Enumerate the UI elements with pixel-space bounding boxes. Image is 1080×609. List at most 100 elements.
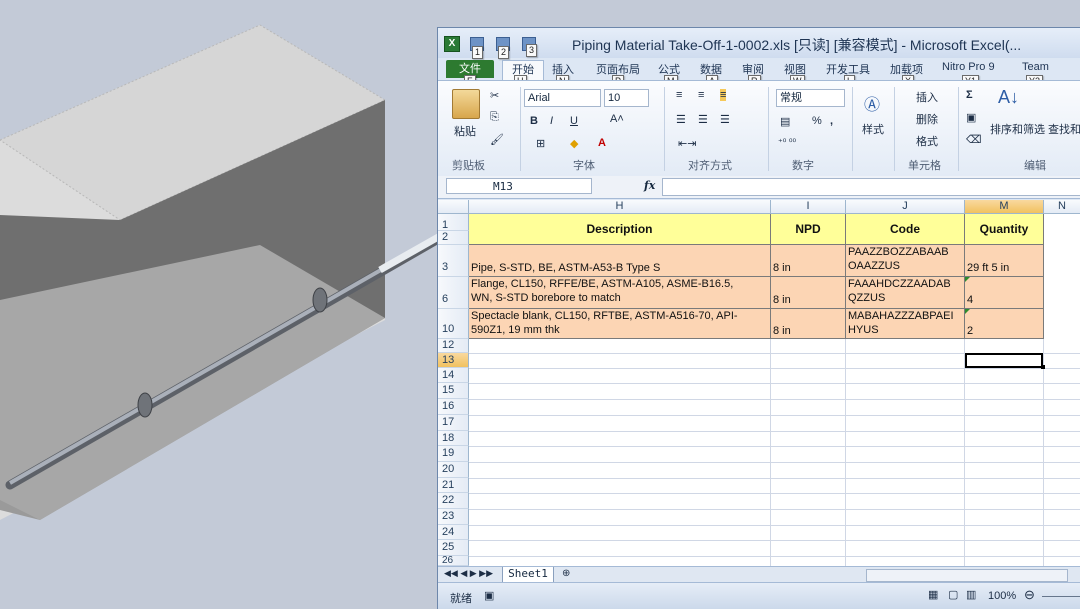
fill-icon[interactable]: ▣ — [966, 111, 976, 124]
currency-icon[interactable]: ▤ — [780, 115, 790, 128]
bold-button[interactable]: B — [530, 115, 538, 127]
decimal-icon[interactable]: ⁺⁰ ⁰⁰ — [778, 137, 796, 148]
find-select-button[interactable]: 查找和 — [1048, 121, 1080, 137]
paste-button[interactable]: 粘贴 — [454, 123, 476, 139]
row-header[interactable]: 3 — [438, 245, 469, 277]
align-top-icon[interactable]: ≡ — [676, 89, 682, 101]
sort-filter-button[interactable]: 排序和筛选 — [990, 121, 1045, 137]
align-middle-icon[interactable]: ≡ — [698, 89, 704, 101]
row-header[interactable]: 14 — [438, 368, 469, 383]
header-description[interactable]: Description — [469, 214, 771, 245]
row-header[interactable]: 6 — [438, 277, 469, 309]
macro-record-icon[interactable]: ▣ — [484, 589, 494, 602]
sheet-nav-arrows-icon[interactable]: ◀◀ ◀ ▶ ▶▶ — [444, 568, 493, 579]
cell-npd[interactable]: 8 in — [771, 277, 846, 309]
cell-npd[interactable]: 8 in — [771, 245, 846, 277]
row-header[interactable]: 13 — [438, 353, 469, 368]
font-color-icon[interactable]: A — [598, 137, 606, 149]
percent-button[interactable]: % — [812, 115, 822, 127]
zoom-out-icon[interactable]: ⊖ — [1024, 587, 1035, 603]
sheet-tab-sheet1[interactable]: Sheet1 — [502, 567, 554, 583]
row-header[interactable]: 17 — [438, 415, 469, 431]
font-size-select[interactable]: 10 — [604, 89, 649, 107]
view-page-break-icon[interactable]: ▥ — [966, 588, 976, 601]
zoom-slider[interactable] — [1042, 596, 1080, 597]
row-header[interactable]: 12 — [438, 339, 469, 353]
new-sheet-icon[interactable]: ⊕ — [562, 568, 570, 579]
underline-button[interactable]: U — [570, 115, 578, 127]
italic-button[interactable]: I — [550, 115, 553, 127]
clear-icon[interactable]: ⌫ — [966, 133, 982, 146]
column-header-m[interactable]: M — [965, 200, 1044, 214]
sort-filter-icon[interactable]: A↓ — [998, 87, 1019, 108]
styles-icon[interactable]: Ⓐ — [864, 91, 880, 115]
grow-font-icon[interactable]: A˄ — [610, 113, 624, 125]
row-header[interactable]: 19 — [438, 446, 469, 462]
row-header[interactable]: 21 — [438, 478, 469, 493]
column-header-n[interactable]: N — [1044, 200, 1080, 214]
align-left-icon[interactable]: ☰ — [676, 113, 686, 126]
row-header[interactable]: 15 — [438, 383, 469, 399]
number-format-select[interactable]: 常规 — [776, 89, 845, 107]
delete-cells-button[interactable]: 删除 — [916, 111, 938, 127]
align-center-icon[interactable]: ☰ — [698, 113, 708, 126]
horizontal-scrollbar[interactable] — [866, 569, 1068, 582]
row-header[interactable]: 23 — [438, 509, 469, 525]
formula-input[interactable] — [662, 178, 1080, 196]
row-header[interactable]: 16 — [438, 399, 469, 415]
row-header[interactable]: 18 — [438, 431, 469, 446]
insert-cells-button[interactable]: 插入 — [916, 89, 938, 105]
cell-code[interactable]: PAAZZBOZZABAAB OAAZZUS — [846, 245, 965, 277]
zoom-level: 100% — [988, 590, 1017, 602]
worksheet-grid: H I J M N 1 2 3 6 10 12 13 14 15 16 17 1… — [438, 200, 1080, 566]
column-header-h[interactable]: H — [469, 200, 771, 214]
format-painter-icon[interactable]: 🖌 — [490, 133, 504, 146]
format-cells-button[interactable]: 格式 — [916, 133, 938, 149]
font-name-select[interactable]: Arial — [524, 89, 601, 107]
cell-description[interactable]: Flange, CL150, RFFE/BE, ASTM-A105, ASME-… — [469, 277, 771, 309]
cell-quantity[interactable]: 29 ft 5 in — [965, 245, 1044, 277]
row-header[interactable]: 24 — [438, 525, 469, 540]
row-header[interactable]: 10 — [438, 309, 469, 339]
align-right-icon[interactable]: ☰ — [720, 113, 730, 126]
header-quantity[interactable]: Quantity — [965, 214, 1044, 245]
row-header[interactable]: 25 — [438, 540, 469, 556]
insert-function-icon[interactable]: fx — [644, 179, 655, 192]
row-header[interactable]: 20 — [438, 462, 469, 478]
cell-quantity[interactable]: 4 — [965, 277, 1044, 309]
comma-button[interactable]: , — [830, 115, 833, 127]
row-header[interactable]: 2 — [438, 231, 469, 245]
copy-icon[interactable]: ⎘ — [490, 111, 499, 124]
row-header[interactable]: 22 — [438, 493, 469, 509]
column-header-j[interactable]: J — [846, 200, 965, 214]
header-npd[interactable]: NPD — [771, 214, 846, 245]
name-box[interactable]: M13 — [446, 178, 592, 194]
indent-icon[interactable]: ⇤⇥ — [678, 137, 696, 150]
row-header[interactable]: 1 — [438, 214, 469, 231]
align-bottom-icon[interactable]: ≡ — [720, 89, 727, 101]
active-cell-cursor[interactable] — [965, 353, 1043, 368]
view-normal-icon[interactable]: ▦ — [928, 588, 938, 601]
cell-code[interactable]: FAAAHDCZZAADAB QZZUS — [846, 277, 965, 309]
cell-code[interactable]: MABAHAZZZABPAEI HYUS — [846, 309, 965, 339]
cell-npd[interactable]: 8 in — [771, 309, 846, 339]
cell-description[interactable]: Spectacle blank, CL150, RFTBE, ASTM-A516… — [469, 309, 771, 339]
tab-nitro[interactable]: Nitro Pro 9 — [942, 61, 995, 73]
cell-quantity[interactable]: 2 — [965, 309, 1044, 339]
cut-icon[interactable]: ✂ — [490, 89, 499, 102]
autosum-icon[interactable]: Σ — [966, 89, 973, 101]
header-code[interactable]: Code — [846, 214, 965, 245]
borders-icon[interactable]: ⊞ — [536, 137, 545, 150]
fill-handle[interactable] — [1041, 365, 1045, 369]
view-page-layout-icon[interactable]: ▢ — [948, 588, 958, 601]
paste-icon[interactable] — [452, 89, 480, 119]
row-header[interactable]: 26 — [438, 556, 469, 566]
column-header-i[interactable]: I — [771, 200, 846, 214]
styles-button[interactable]: 样式 — [862, 121, 884, 137]
tab-team[interactable]: Team — [1022, 61, 1049, 73]
fill-color-icon[interactable]: ◆ — [570, 137, 578, 150]
cell-description[interactable]: Pipe, S-STD, BE, ASTM-A53-B Type S — [469, 245, 771, 277]
select-all-corner[interactable] — [438, 200, 469, 214]
excel-window: X Piping Material Take-Off-1-0002.xls [只… — [437, 27, 1080, 609]
group-clipboard: 剪贴板 — [452, 160, 485, 172]
